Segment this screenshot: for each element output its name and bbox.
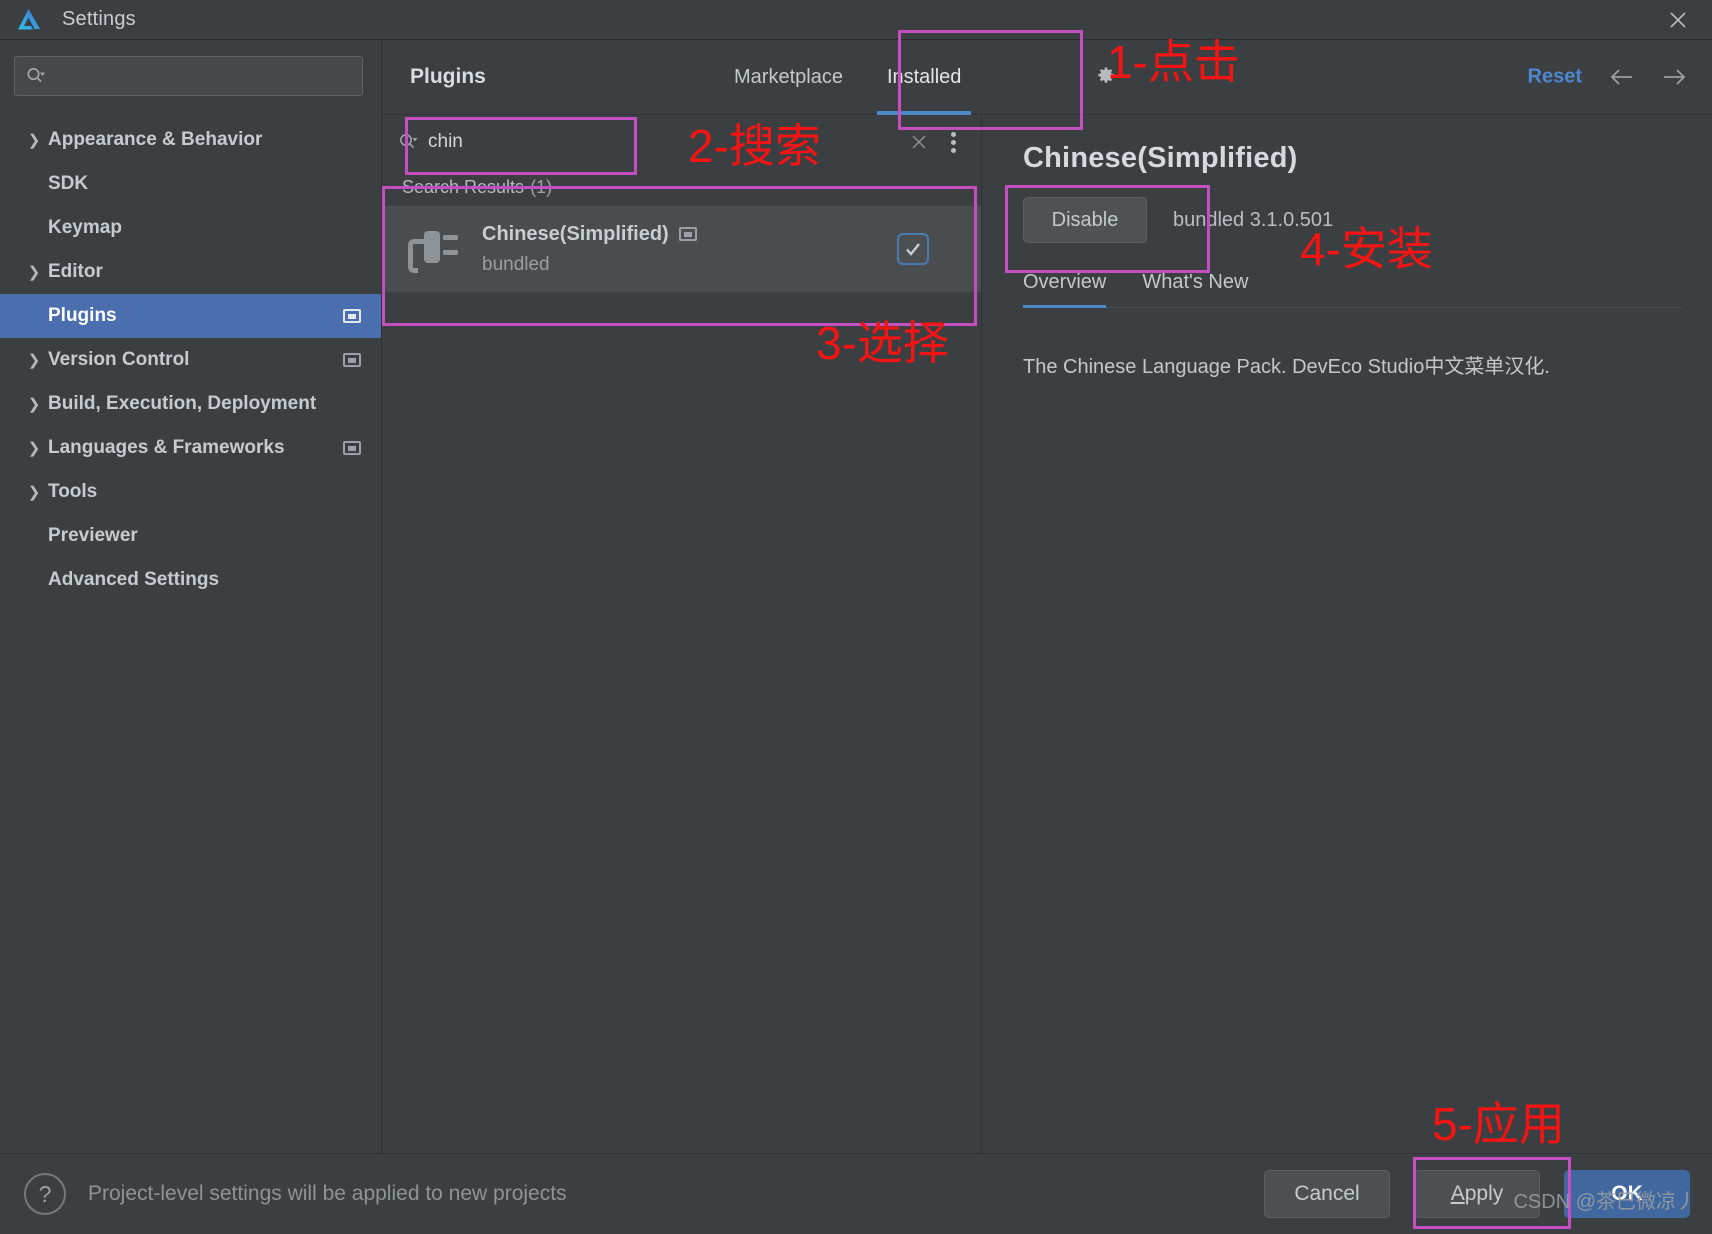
project-level-icon: [343, 353, 361, 367]
tab-label: Installed: [886, 66, 962, 88]
tab-marketplace[interactable]: Marketplace: [712, 40, 865, 115]
page-title: Plugins: [410, 65, 486, 88]
sidebar-item-advanced-settings[interactable]: ❯ Advanced Settings: [0, 558, 381, 602]
sidebar-item-label: Plugins: [48, 305, 117, 326]
help-icon[interactable]: ?: [24, 1173, 66, 1215]
sidebar-search-input[interactable]: [51, 66, 352, 86]
project-level-icon: [678, 227, 697, 241]
sidebar-item-label: Editor: [48, 261, 103, 282]
sidebar-item-label: Tools: [48, 481, 98, 502]
search-results-header: Search Results (1): [382, 168, 981, 206]
arrow-right-icon[interactable]: [1662, 64, 1688, 90]
tab-label: Overview: [1023, 271, 1107, 293]
close-icon[interactable]: [1658, 4, 1698, 36]
settings-dialog: Settings ❯ Appearance & Behavior SDK Key…: [0, 0, 1712, 1234]
plugins-tab-bar: Marketplace Installed: [712, 40, 983, 115]
window-title: Settings: [62, 8, 136, 30]
plugin-detail-actions: Disable bundled 3.1.0.501: [1023, 197, 1682, 243]
tab-whats-new[interactable]: What's New: [1142, 271, 1248, 308]
plugins-panel: Plugins Marketplace Installed Reset chin…: [382, 40, 1712, 1153]
sidebar-item-label: Build, Execution, Deployment: [48, 393, 317, 414]
dialog-footer: ? Project-level settings will be applied…: [0, 1153, 1712, 1234]
close-icon[interactable]: [905, 128, 933, 156]
plugin-detail-tabs: Overview What's New: [1023, 271, 1682, 308]
sidebar-item-previewer[interactable]: ❯ Previewer: [0, 514, 381, 558]
chevron-right-icon: ❯: [27, 352, 41, 369]
apply-mnemonic: A: [1450, 1182, 1465, 1205]
sidebar-item-label: Languages & Frameworks: [48, 437, 285, 458]
sidebar-item-languages-frameworks[interactable]: ❯ Languages & Frameworks: [0, 426, 381, 470]
sidebar-item-label: Previewer: [48, 525, 138, 546]
project-level-icon: [343, 441, 361, 455]
plugin-subtitle: bundled: [482, 253, 550, 275]
sidebar-search-box[interactable]: [14, 56, 363, 96]
project-level-icon: [343, 309, 361, 323]
plugin-enabled-checkbox[interactable]: [897, 233, 929, 265]
tab-label: Marketplace: [734, 66, 843, 88]
footer-note: Project-level settings will be applied t…: [88, 1182, 567, 1205]
tab-installed[interactable]: Installed: [865, 40, 984, 115]
settings-sidebar: ❯ Appearance & Behavior ❯ SDK ❯ Keymap ❯…: [0, 40, 382, 1153]
deveco-logo-icon: [14, 5, 44, 35]
search-results-count: (1): [530, 176, 553, 197]
search-icon: [25, 66, 45, 86]
chevron-right-icon: ❯: [27, 396, 41, 413]
history-nav: [1608, 64, 1688, 90]
search-icon: [398, 132, 418, 152]
plugin-meta: Chinese(Simplified) bundled: [482, 223, 697, 276]
sidebar-item-keymap[interactable]: ❯ Keymap: [0, 206, 381, 250]
sidebar-item-label: Advanced Settings: [48, 569, 220, 590]
plugin-description: The Chinese Language Pack. DevEco Studio…: [1023, 356, 1550, 378]
sidebar-item-plugins[interactable]: ❯ Plugins: [0, 294, 381, 338]
plugin-detail-column: Chinese(Simplified) Disable bundled 3.1.…: [983, 116, 1712, 1153]
sidebar-item-appearance-behavior[interactable]: ❯ Appearance & Behavior: [0, 118, 381, 162]
plugin-search-input[interactable]: [428, 131, 905, 153]
arrow-left-icon[interactable]: [1608, 64, 1634, 90]
plugin-list-column: Search Results (1) Chinese(Simplified): [382, 116, 982, 1153]
watermark: CSDN @茶巳微凉丿: [1513, 1191, 1696, 1213]
sidebar-item-version-control[interactable]: ❯ Version Control: [0, 338, 381, 382]
chevron-right-icon: ❯: [27, 132, 41, 149]
plugin-name-row: Chinese(Simplified): [482, 223, 697, 246]
plugin-detail-title: Chinese(Simplified): [1023, 142, 1298, 174]
disable-button[interactable]: Disable: [1023, 197, 1147, 243]
plugin-plug-icon: [406, 221, 460, 277]
sidebar-search-wrap: [0, 40, 381, 106]
title-bar: Settings: [0, 0, 1712, 40]
plugins-header: Plugins Marketplace Installed Reset: [382, 40, 1712, 115]
kebab-menu-icon[interactable]: [939, 128, 967, 156]
sidebar-item-label: Keymap: [48, 217, 122, 238]
sidebar-item-editor[interactable]: ❯ Editor: [0, 250, 381, 294]
plugin-list-item[interactable]: Chinese(Simplified) bundled: [382, 206, 981, 292]
settings-tree: ❯ Appearance & Behavior ❯ SDK ❯ Keymap ❯…: [0, 118, 381, 602]
reset-link[interactable]: Reset: [1528, 66, 1582, 89]
gear-icon[interactable]: [1092, 63, 1120, 91]
tab-label: What's New: [1142, 271, 1249, 293]
tab-overview[interactable]: Overview: [1023, 271, 1107, 308]
sidebar-item-label: Appearance & Behavior: [48, 129, 263, 150]
sidebar-item-build-execution-deployment[interactable]: ❯ Build, Execution, Deployment: [0, 382, 381, 426]
sidebar-item-label: Version Control: [48, 349, 190, 370]
chevron-right-icon: ❯: [27, 264, 41, 281]
apply-label-rest: pply: [1464, 1182, 1504, 1205]
chevron-right-icon: ❯: [27, 440, 41, 457]
plugin-version-label: bundled 3.1.0.501: [1173, 208, 1334, 231]
sidebar-item-tools[interactable]: ❯ Tools: [0, 470, 381, 514]
plugin-search-bar: [382, 116, 981, 168]
plugin-name: Chinese(Simplified): [482, 222, 669, 245]
plugin-search-field[interactable]: [398, 120, 905, 164]
search-results-label: Search Results: [402, 176, 525, 197]
chevron-right-icon: ❯: [27, 484, 41, 501]
cancel-button[interactable]: Cancel: [1264, 1170, 1390, 1218]
sidebar-item-sdk[interactable]: ❯ SDK: [0, 162, 381, 206]
sidebar-item-label: SDK: [48, 173, 89, 194]
